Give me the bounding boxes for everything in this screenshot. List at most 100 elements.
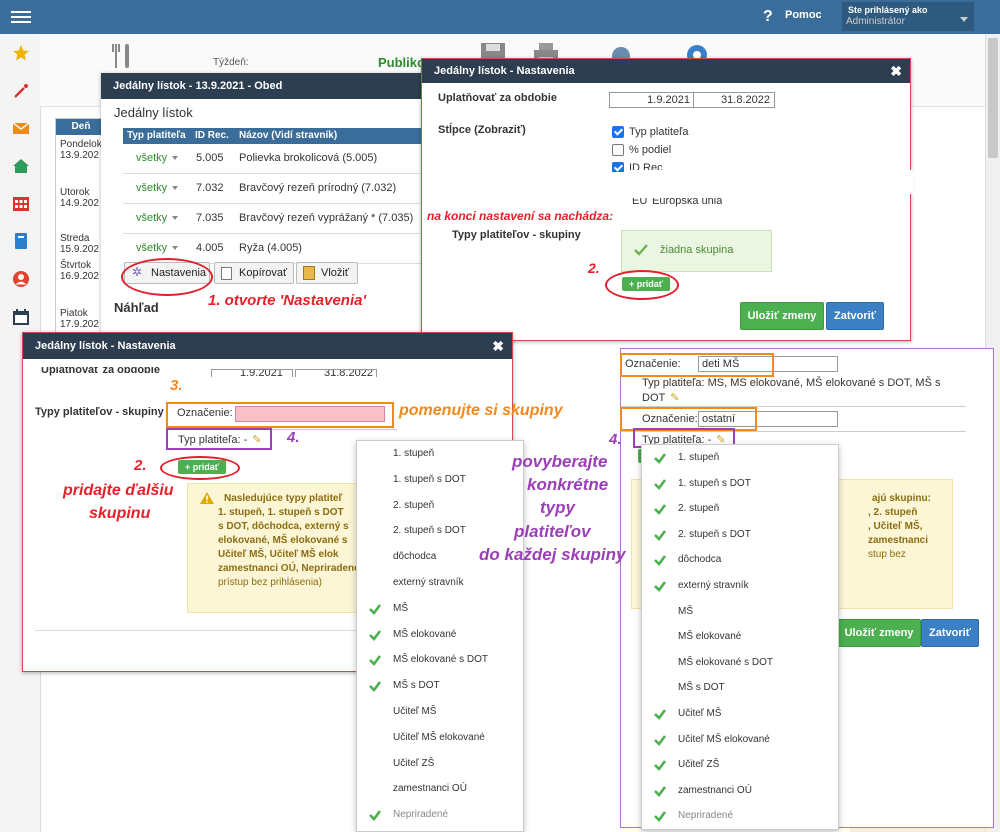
pencil-icon[interactable]: ✎ [670,392,679,404]
payer-type-dropdown[interactable]: 1. stupeň 1. stupeň s DOT 2. stupeň 2. stup… [641,444,839,830]
dropdown-option[interactable]: MŠ elokované [642,624,838,650]
dropdown-option-label: MŠ elokované [393,628,457,640]
close-button[interactable]: Zatvoriť [826,302,884,330]
dropdown-option[interactable]: 2. stupeň [357,493,523,519]
calendar-grid-icon[interactable] [12,195,30,213]
payer-type-select[interactable]: všetky [136,242,167,254]
day-row[interactable]: Streda 15.9.202 [60,233,99,255]
checkbox[interactable] [612,162,624,172]
day-row[interactable]: Štvrtok 16.9.202 [60,260,99,282]
group-payer-types[interactable]: DOT ✎ [642,391,679,404]
groups-label: Typy platiteľov - skupiny [35,406,164,418]
column-checkbox[interactable]: Typ platiteľa [612,126,688,139]
dropdown-option[interactable]: Učiteľ ZŠ [642,752,838,778]
chevron-down-icon [960,17,968,22]
star-icon[interactable] [12,44,30,62]
preview-title: Náhľad [114,300,159,315]
help-link[interactable]: Pomoc [785,9,822,21]
envelope-icon[interactable] [12,119,30,137]
date-from-input[interactable]: 1.9.2021 [211,369,293,377]
save-button[interactable]: Uložiť zmeny [837,619,921,647]
dropdown-option[interactable]: MŠ elokované s DOT [642,650,838,676]
dropdown-option[interactable]: MŠ s DOT [642,675,838,701]
dropdown-option[interactable]: zamestnanci OÚ [357,776,523,802]
magic-wand-icon[interactable] [12,82,30,100]
dropdown-option[interactable]: externý stravník [357,570,523,596]
copy-button[interactable]: Kopírovať [214,262,294,284]
checkbox[interactable] [612,144,624,157]
check-icon [654,734,667,746]
help-icon[interactable]: ? [763,8,777,25]
dropdown-option[interactable]: zamestnanci OÚ [642,778,838,804]
annotation-step-4-text: platiteľov [514,522,591,541]
dropdown-option[interactable]: externý stravník [642,573,838,599]
dropdown-option[interactable]: Učiteľ MŠ elokované [642,727,838,753]
day-row[interactable]: Piatok 17.9.202 [60,308,99,330]
cutlery-icon[interactable] [110,42,134,70]
day-row[interactable]: Pondelok 13.9.202 [60,139,102,161]
dropdown-option[interactable]: 2. stupeň s DOT [357,518,523,544]
days-table-header: Deň [56,119,106,135]
payer-type-select[interactable]: všetky [136,182,167,194]
home-icon[interactable] [12,157,30,175]
day-row[interactable]: Utorok 14.9.202 [60,187,99,209]
dropdown-option[interactable]: MŠ elokované s DOT [357,647,523,673]
dropdown-option[interactable]: 2. stupeň s DOT [642,522,838,548]
table-row[interactable]: všetky 7.032 Bravčový rezeň prírodný (7.… [123,174,423,204]
dropdown-option[interactable]: MŠ [642,599,838,625]
column-checkbox[interactable]: % podiel [612,144,671,157]
column-header: ID Rec. [195,130,229,141]
dropdown-option-label: MŠ elokované s DOT [393,654,489,666]
close-icon[interactable]: ✖ [492,333,504,359]
book-icon[interactable] [12,232,30,250]
annotation-step-4: 4. [287,429,300,446]
paste-button[interactable]: Vložiť [296,262,358,284]
save-button[interactable]: Uložiť zmeny [740,302,824,330]
date-to-input[interactable]: 31.8.2022 [693,92,775,108]
date-from-input[interactable]: 1.9.2021 [609,92,695,108]
dropdown-option[interactable]: Učiteľ MŠ [642,701,838,727]
checkbox[interactable] [612,126,624,139]
annotation-box [166,402,394,428]
dropdown-option-label: Učiteľ MŠ elokované [678,733,770,745]
close-icon[interactable]: ✖ [890,59,902,83]
dropdown-option[interactable]: Nepriradené [642,803,838,829]
date-to-input[interactable]: 31.8.2022 [295,369,377,377]
dropdown-option-label: Nepriradené [393,809,449,821]
check-icon [369,604,382,615]
dropdown-option[interactable]: 1. stupeň [357,441,523,467]
check-icon [654,504,667,516]
user-icon[interactable] [12,270,30,288]
user-menu[interactable]: Ste prihlásený ako Administrátor [842,2,974,31]
calendar-icon[interactable] [12,308,30,326]
warning-icon [200,492,214,504]
dropdown-option[interactable]: MŠ s DOT [357,673,523,699]
dropdown-option[interactable]: Nepriradené [357,802,523,828]
table-row[interactable]: všetky 5.005 Polievka brokolicová (5.005… [123,144,423,174]
settings-dialog-title: Jedálny lístok - Nastavenia [422,59,910,83]
payer-type-dropdown[interactable]: 1. stupeň 1. stupeň s DOT 2. stupeň 2. stup… [356,440,524,832]
table-row[interactable]: všetky 7.035 Bravčový rezeň vyprážaný * … [123,204,423,234]
annotation-step-4-text: typy [540,498,575,517]
payer-type-select[interactable]: všetky [136,212,167,224]
hamburger-menu-icon[interactable] [11,8,31,26]
dropdown-option[interactable]: dôchodca [642,547,838,573]
user-caption: Ste prihlásený ako [848,5,928,15]
dropdown-option[interactable]: Učiteľ ZŠ [357,751,523,777]
chevron-down-icon [172,156,178,160]
close-button[interactable]: Zatvoriť [921,619,979,647]
dropdown-option[interactable]: MŠ elokované [357,622,523,648]
dropdown-option[interactable]: 1. stupeň s DOT [642,471,838,497]
check-icon [654,478,667,490]
dropdown-option[interactable]: 1. stupeň s DOT [357,467,523,493]
check-icon [654,453,667,464]
annotation-step-3-text: pomenujte si skupiny [399,402,563,419]
scrollbar-thumb[interactable] [988,38,998,158]
dropdown-option[interactable]: 1. stupeň [642,445,838,471]
dropdown-option[interactable]: MŠ [357,596,523,622]
dropdown-option[interactable]: Učiteľ MŠ elokované [357,725,523,751]
annotation-step-1: 1. otvorte 'Nastavenia' [208,292,367,309]
dropdown-option[interactable]: 2. stupeň [642,496,838,522]
dropdown-option[interactable]: Učiteľ MŠ [357,699,523,725]
payer-type-select[interactable]: všetky [136,152,167,164]
